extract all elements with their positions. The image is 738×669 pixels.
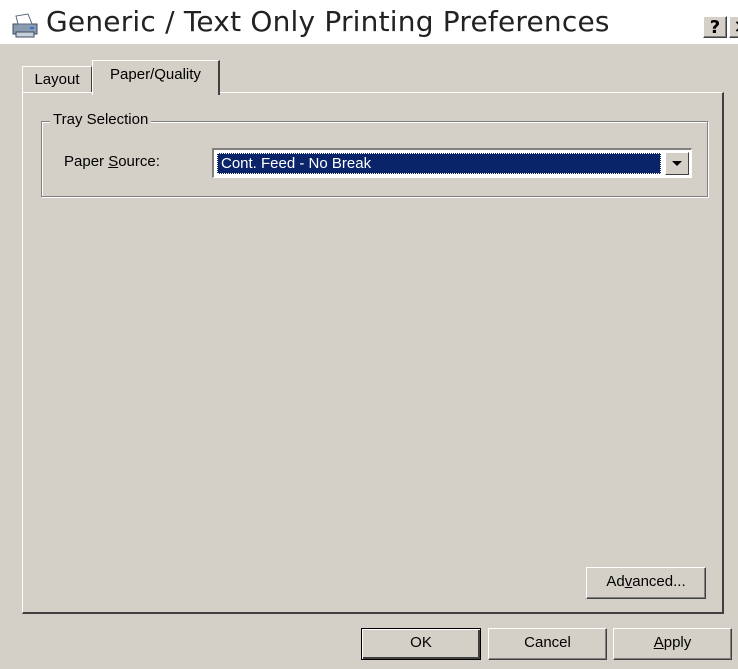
close-icon: ✕ (733, 17, 738, 38)
paper-source-value: Cont. Feed - No Break (217, 153, 661, 174)
paper-source-label: Paper Source: (64, 153, 160, 170)
printer-icon (12, 13, 38, 38)
printing-preferences-dialog: Generic / Text Only Printing Preferences… (0, 0, 738, 669)
apply-button[interactable]: Apply (613, 628, 732, 660)
advanced-button[interactable]: Advanced... (586, 567, 706, 599)
ok-button[interactable]: OK (361, 628, 481, 660)
chevron-down-icon (672, 161, 682, 166)
paper-source-select[interactable]: Cont. Feed - No Break (212, 148, 692, 178)
help-button[interactable]: ? (703, 16, 727, 38)
tab-paper-quality[interactable]: Paper/Quality (92, 60, 220, 95)
tray-selection-label: Tray Selection (50, 110, 152, 130)
cancel-button[interactable]: Cancel (488, 628, 607, 660)
close-button[interactable]: ✕ (729, 16, 738, 38)
dropdown-button[interactable] (665, 152, 689, 175)
window-title: Generic / Text Only Printing Preferences (46, 5, 610, 38)
title-bar[interactable]: Generic / Text Only Printing Preferences… (0, 0, 738, 44)
tab-layout[interactable]: Layout (22, 66, 92, 92)
